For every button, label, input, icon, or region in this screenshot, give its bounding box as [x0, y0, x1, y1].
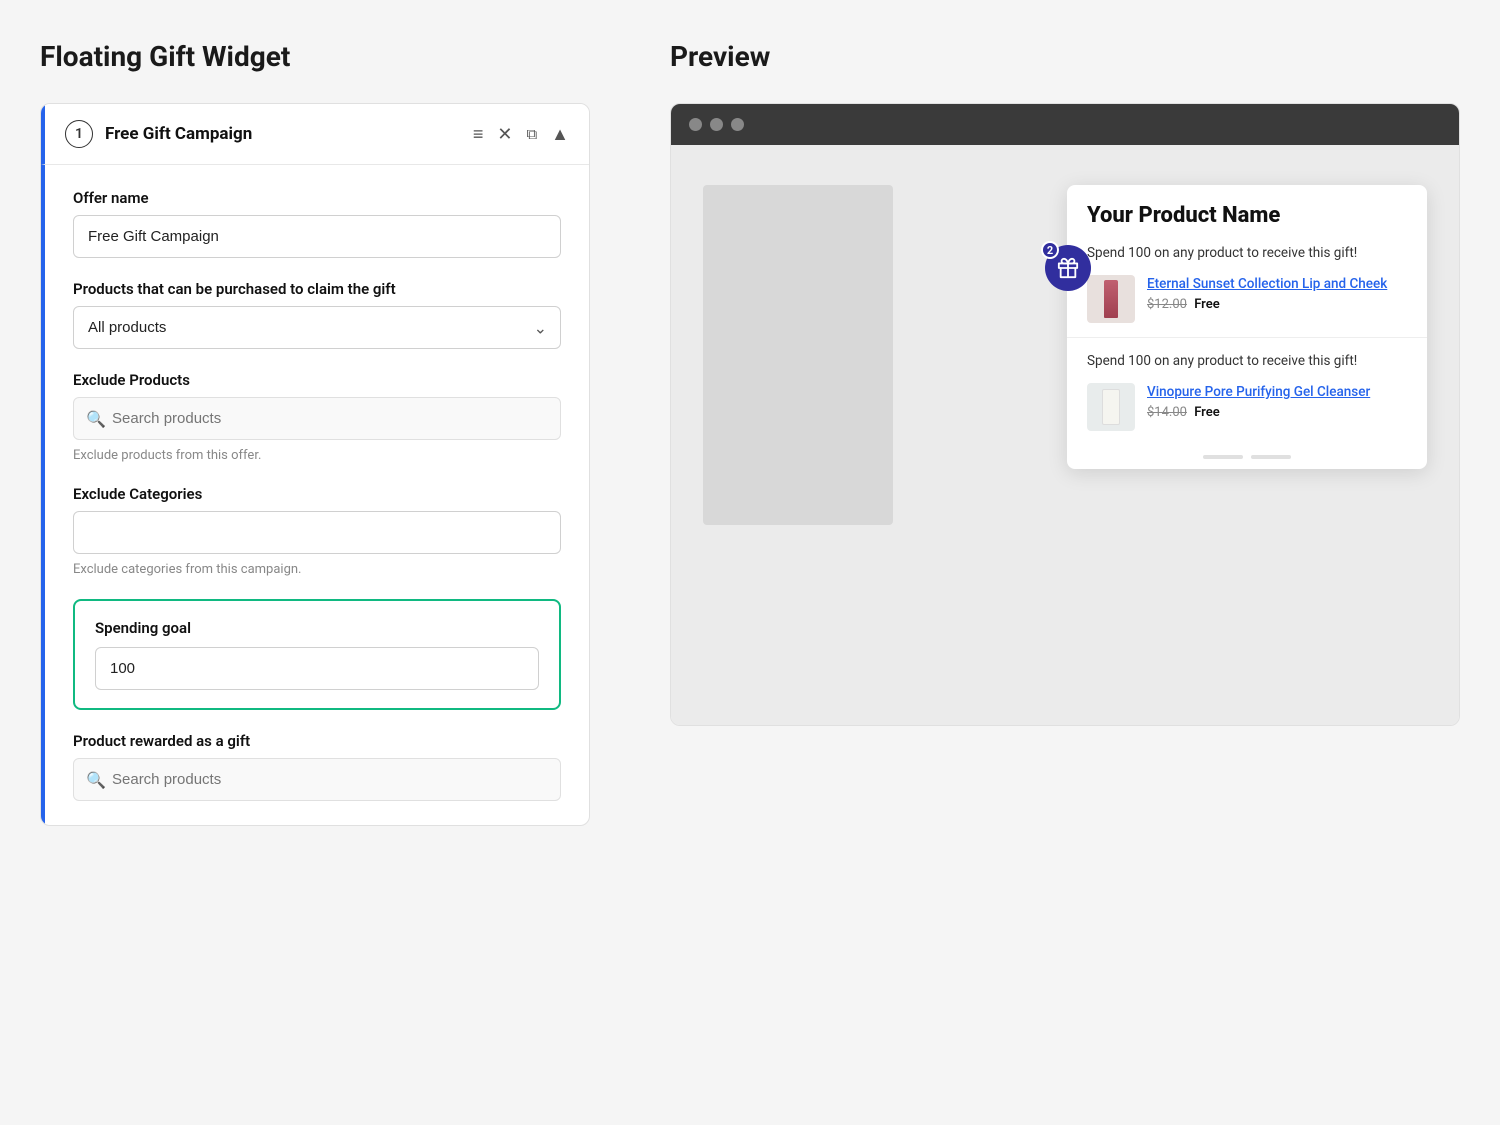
gift-badge[interactable]: 2: [1045, 245, 1091, 291]
preview-title: Preview: [670, 40, 1460, 73]
campaign-number: 1: [65, 120, 93, 148]
gift-icon: [1057, 257, 1079, 279]
products-group: Products that can be purchased to claim …: [73, 280, 561, 349]
cleanser-product-img: [1102, 389, 1120, 425]
scroll-dot-2: [1251, 455, 1291, 459]
offer-row-1: Spend 100 on any product to receive this…: [1067, 244, 1427, 338]
product-thumb-2: [1087, 383, 1135, 431]
products-label: Products that can be purchased to claim …: [73, 280, 561, 298]
product-image-placeholder: [703, 185, 893, 525]
spending-goal-label: Spending goal: [95, 619, 539, 637]
browser-content: 2 Your Product Name: [671, 145, 1459, 725]
exclude-categories-label: Exclude Categories: [73, 485, 561, 503]
lip-product-img: [1104, 280, 1118, 318]
product-item-2: Vinopure Pore Purifying Gel Cleanser $14…: [1087, 383, 1407, 431]
copy-icon[interactable]: ⧉: [526, 125, 537, 143]
offer-row-2: Spend 100 on any product to receive this…: [1067, 338, 1427, 445]
product-name-2[interactable]: Vinopure Pore Purifying Gel Cleanser: [1147, 383, 1407, 402]
price-free-2: Free: [1194, 405, 1220, 420]
exclude-products-hint: Exclude products from this offer.: [73, 448, 561, 463]
products-select-wrapper: All products ⌄: [73, 306, 561, 349]
page-title: Floating Gift Widget: [40, 40, 590, 73]
widget-product-name: Your Product Name: [1087, 203, 1407, 228]
browser-toolbar: [671, 104, 1459, 145]
hamburger-icon[interactable]: ≡: [473, 124, 484, 145]
exclude-products-search-wrapper: 🔍: [73, 397, 561, 440]
scroll-dot-1: [1203, 455, 1243, 459]
offer1-description: Spend 100 on any product to receive this…: [1087, 244, 1407, 263]
campaign-header: 1 Free Gift Campaign ≡ ✕ ⧉ ▲: [41, 104, 589, 165]
campaign-card: 1 Free Gift Campaign ≡ ✕ ⧉ ▲ Offer name: [40, 103, 590, 826]
product-name-1[interactable]: Eternal Sunset Collection Lip and Cheek: [1147, 275, 1407, 294]
product-rewarded-group: Product rewarded as a gift 🔍: [73, 732, 561, 801]
exclude-categories-input[interactable]: [73, 511, 561, 554]
right-panel: Preview 2: [630, 0, 1500, 1125]
offer-name-label: Offer name: [73, 189, 561, 207]
campaign-actions: ≡ ✕ ⧉ ▲: [473, 124, 569, 145]
product-page-bg: 2 Your Product Name: [671, 145, 1459, 725]
scroll-indicator: [1067, 445, 1427, 469]
product-item-1: Eternal Sunset Collection Lip and Cheek …: [1087, 275, 1407, 323]
close-icon[interactable]: ✕: [497, 124, 512, 145]
product-info-1: Eternal Sunset Collection Lip and Cheek …: [1147, 275, 1407, 312]
price-original-1: $12.00: [1147, 297, 1187, 312]
offer2-description: Spend 100 on any product to receive this…: [1087, 352, 1407, 371]
browser-dot-2: [710, 118, 723, 131]
exclude-products-group: Exclude Products 🔍 Exclude products from…: [73, 371, 561, 463]
product-price-2: $14.00 Free: [1147, 405, 1407, 420]
exclude-categories-hint: Exclude categories from this campaign.: [73, 562, 561, 577]
product-rewarded-input[interactable]: [73, 758, 561, 801]
exclude-categories-group: Exclude Categories Exclude categories fr…: [73, 485, 561, 577]
browser-dot-1: [689, 118, 702, 131]
price-free-1: Free: [1194, 297, 1220, 312]
product-rewarded-label: Product rewarded as a gift: [73, 732, 561, 750]
form-body: Offer name Products that can be purchase…: [41, 165, 589, 825]
browser-mockup: 2 Your Product Name: [670, 103, 1460, 726]
left-panel: Floating Gift Widget 1 Free Gift Campaig…: [0, 0, 630, 1125]
browser-dot-3: [731, 118, 744, 131]
price-original-2: $14.00: [1147, 405, 1187, 420]
product-thumb-1: [1087, 275, 1135, 323]
gift-badge-count: 2: [1041, 241, 1059, 259]
products-select[interactable]: All products: [73, 306, 561, 349]
product-rewarded-search-wrapper: 🔍: [73, 758, 561, 801]
product-price-1: $12.00 Free: [1147, 297, 1407, 312]
product-info-2: Vinopure Pore Purifying Gel Cleanser $14…: [1147, 383, 1407, 420]
offer-name-input[interactable]: [73, 215, 561, 258]
exclude-products-label: Exclude Products: [73, 371, 561, 389]
spending-goal-input[interactable]: [95, 647, 539, 690]
collapse-icon[interactable]: ▲: [551, 124, 569, 145]
widget-popup: 2 Your Product Name: [1067, 185, 1427, 469]
exclude-products-input[interactable]: [73, 397, 561, 440]
offer-name-group: Offer name: [73, 189, 561, 258]
campaign-name-label: Free Gift Campaign: [105, 124, 461, 144]
spending-goal-section: Spending goal: [73, 599, 561, 710]
widget-header: Your Product Name: [1067, 185, 1427, 228]
